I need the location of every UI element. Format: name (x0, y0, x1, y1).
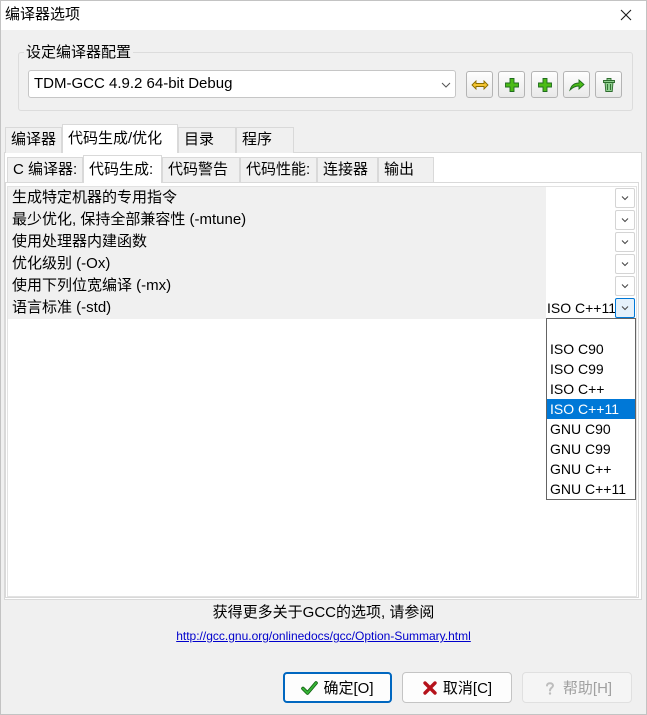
language-standard-dropdown-button[interactable] (615, 298, 635, 318)
question-icon (545, 681, 554, 695)
close-button[interactable] (605, 0, 647, 30)
check-icon (301, 680, 319, 695)
tab-programs[interactable]: 程序 (236, 127, 294, 153)
property-dropdown-button[interactable] (615, 254, 635, 274)
dropdown-option[interactable]: GNU C++11 (547, 479, 635, 499)
chevron-down-icon (441, 82, 451, 88)
property-dropdown-button[interactable] (615, 232, 635, 252)
chevron-down-icon (621, 196, 629, 201)
trash-icon (602, 77, 615, 92)
subtab-code-profiling[interactable]: 代码性能: (240, 157, 317, 183)
add-blank-compiler-set-button[interactable] (531, 71, 558, 98)
property-value[interactable] (546, 231, 615, 253)
cancel-button[interactable]: 取消[C] (402, 672, 512, 703)
tab-compiler[interactable]: 编译器 (5, 127, 62, 153)
cancel-button-label: 取消[C] (442, 680, 493, 697)
plus-icon (537, 77, 552, 92)
property-row[interactable]: 生成特定机器的专用指令 (8, 187, 636, 209)
property-row[interactable]: 语言标准 (-std) ISO C++11 (8, 297, 636, 319)
ok-button[interactable]: 确定[O] (283, 672, 392, 703)
subtab-code-generation[interactable]: 代码生成: (83, 155, 162, 183)
dropdown-option[interactable]: ISO C++ (547, 379, 635, 399)
gcc-options-link[interactable]: http://gcc.gnu.org/onlinedocs/gcc/Option… (176, 629, 471, 643)
add-compiler-set-button[interactable] (498, 71, 525, 98)
gcc-options-link-row: http://gcc.gnu.org/onlinedocs/gcc/Option… (0, 628, 647, 644)
property-value[interactable] (546, 275, 615, 297)
chevron-down-icon (621, 240, 629, 245)
property-label: 使用处理器内建函数 (8, 231, 546, 253)
tab-directories[interactable]: 目录 (178, 127, 236, 153)
tab-code-generation-optimization[interactable]: 代码生成/优化 (62, 124, 178, 153)
property-label: 使用下列位宽编译 (-mx) (8, 275, 546, 297)
property-label: 生成特定机器的专用指令 (8, 187, 546, 209)
compiler-set-group-label: 设定编译器配置 (24, 44, 134, 62)
delete-compiler-set-button[interactable] (595, 71, 622, 98)
subtab-output[interactable]: 输出 (378, 157, 434, 183)
curved-arrow-icon (568, 78, 585, 92)
auto-detect-compilers-button[interactable] (466, 71, 493, 98)
property-label: 语言标准 (-std) (8, 297, 546, 319)
property-row[interactable]: 优化级别 (-Ox) (8, 253, 636, 275)
help-button-label: 帮助[H] (562, 680, 613, 697)
dropdown-option[interactable]: GNU C++ (547, 459, 635, 479)
dropdown-option[interactable]: ISO C90 (547, 339, 635, 359)
window-title: 编译器选项 (5, 6, 81, 23)
property-row[interactable]: 最少优化, 保持全部兼容性 (-mtune) (8, 209, 636, 231)
close-icon (620, 9, 632, 21)
property-dropdown-button[interactable] (615, 276, 635, 296)
compiler-set-select[interactable]: TDM-GCC 4.9.2 64-bit Debug (28, 70, 456, 98)
cross-icon (423, 680, 437, 695)
plus-icon (504, 77, 519, 92)
property-dropdown-button[interactable] (615, 188, 635, 208)
chevron-down-icon (621, 306, 629, 311)
double-arrow-icon (470, 79, 489, 90)
dropdown-option[interactable]: ISO C99 (547, 359, 635, 379)
dropdown-option[interactable]: GNU C99 (547, 439, 635, 459)
dropdown-option[interactable]: GNU C90 (547, 419, 635, 439)
compiler-set-value: TDM-GCC 4.9.2 64-bit Debug (34, 75, 233, 92)
more-options-text: 获得更多关于GCC的选项, 请参阅 (212, 604, 435, 621)
property-label: 优化级别 (-Ox) (8, 253, 546, 275)
help-button[interactable]: 帮助[H] (522, 672, 632, 703)
rename-compiler-set-button[interactable] (563, 71, 590, 98)
subtab-code-warnings[interactable]: 代码警告 (162, 157, 240, 183)
property-value[interactable] (546, 209, 615, 231)
language-standard-dropdown-list: ISO C90 ISO C99 ISO C++ ISO C++11 GNU C9… (546, 318, 636, 500)
chevron-down-icon (621, 218, 629, 223)
chevron-down-icon (621, 284, 629, 289)
property-row[interactable]: 使用下列位宽编译 (-mx) (8, 275, 636, 297)
property-dropdown-button[interactable] (615, 210, 635, 230)
property-value[interactable] (546, 187, 615, 209)
language-standard-value[interactable]: ISO C++11 (546, 297, 615, 319)
dropdown-option[interactable] (547, 319, 635, 339)
subtab-linker[interactable]: 连接器 (317, 157, 378, 183)
chevron-down-icon (621, 262, 629, 267)
ok-button-label: 确定[O] (323, 680, 374, 697)
property-value[interactable] (546, 253, 615, 275)
property-label: 最少优化, 保持全部兼容性 (-mtune) (8, 209, 546, 231)
title-bar: 编译器选项 (0, 0, 647, 30)
dropdown-option[interactable]: ISO C++11 (547, 399, 635, 419)
subtab-c-compiler[interactable]: C 编译器: (7, 157, 83, 183)
property-row[interactable]: 使用处理器内建函数 (8, 231, 636, 253)
